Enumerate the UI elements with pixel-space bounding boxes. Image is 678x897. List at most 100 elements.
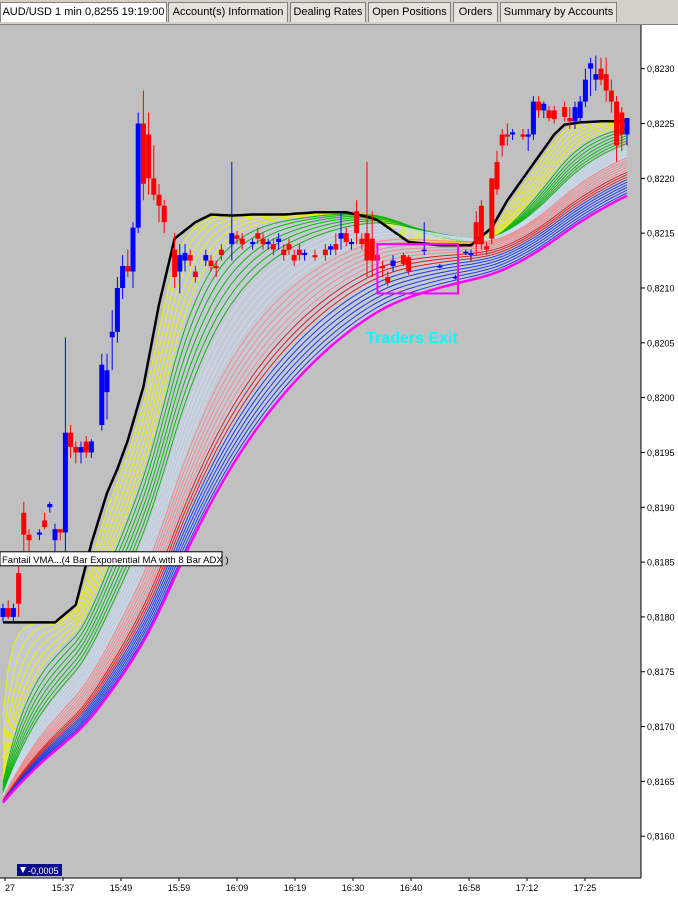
candle-body: [57, 529, 63, 533]
candle-body: [151, 178, 157, 195]
candle-body: [312, 255, 318, 258]
candle-body: [125, 266, 131, 272]
candle-body: [385, 277, 391, 283]
candle-body: [473, 222, 479, 245]
candle-body: [437, 266, 443, 268]
candle-body: [546, 110, 552, 119]
candle-body: [26, 534, 32, 541]
candle-body: [0, 608, 6, 617]
y-tick-label: 0,8220: [647, 174, 675, 184]
candle-body: [359, 238, 365, 245]
y-tick-label: 0,8175: [647, 667, 675, 677]
candle-body: [603, 74, 609, 91]
candle-body: [468, 252, 474, 256]
tab-open-positions[interactable]: Open Positions: [368, 2, 451, 22]
candle-body: [328, 246, 334, 250]
candle-body: [213, 266, 219, 269]
candle-body: [255, 233, 261, 239]
price-chart[interactable]: Traders Exit Fantail VMA...(4 Bar Exponen…: [0, 25, 678, 897]
tab-dealing-rates[interactable]: Dealing Rates: [290, 2, 366, 22]
candle-body: [10, 608, 16, 617]
y-tick-label: 0,8225: [647, 119, 675, 129]
candle-body: [21, 512, 27, 535]
candle[interactable]: [530, 96, 536, 140]
candle-body: [218, 249, 224, 256]
candle-body: [354, 211, 360, 234]
candle-body: [348, 241, 354, 245]
candle-body: [114, 287, 120, 332]
candle-body: [16, 573, 22, 604]
y-tick-label: 0,8190: [647, 503, 675, 513]
candle-body: [5, 608, 11, 617]
candle-body: [338, 233, 344, 239]
candle-body: [614, 101, 620, 146]
candle-body: [52, 529, 58, 541]
y-tick-label: 0,8205: [647, 338, 675, 348]
tab-orders[interactable]: Orders: [453, 2, 498, 22]
candle-body: [203, 255, 209, 261]
candle-body: [140, 123, 146, 184]
candle-body: [68, 432, 74, 447]
candle-body: [343, 233, 349, 242]
candle-body: [593, 74, 599, 80]
cursor-readout[interactable]: -0,0005: [17, 864, 62, 876]
candle-body: [390, 260, 396, 267]
y-tick-label: 0,8215: [647, 229, 675, 239]
candle-body: [530, 101, 536, 135]
candle-body: [104, 370, 110, 393]
candle-body: [62, 432, 68, 533]
plot-area[interactable]: [0, 25, 641, 878]
candle-body: [182, 252, 188, 261]
candle-body: [73, 446, 79, 453]
x-tick-label: 17:12: [516, 883, 539, 893]
candle-body: [99, 364, 105, 426]
candle-body: [567, 118, 573, 122]
x-tick-label: 15:49: [110, 883, 133, 893]
x-tick-label: 16:19: [284, 883, 307, 893]
candle[interactable]: [99, 353, 105, 431]
candle-body: [577, 101, 583, 119]
candle-body: [541, 103, 547, 111]
candle-body: [161, 205, 167, 223]
x-tick-label: 15:59: [168, 883, 191, 893]
y-tick-label: 0,8170: [647, 722, 675, 732]
y-tick-label: 0,8185: [647, 558, 675, 568]
candle-body: [83, 441, 89, 453]
candle-body: [484, 246, 490, 250]
indicator-label[interactable]: Fantail VMA...(4 Bar Exponential MA with…: [0, 551, 229, 567]
candle[interactable]: [489, 178, 495, 245]
candle-body: [130, 227, 136, 272]
candle-body: [619, 112, 625, 135]
candle[interactable]: [478, 200, 484, 250]
candle-body: [499, 134, 505, 146]
candle-body: [582, 79, 588, 102]
candle-body: [504, 134, 510, 137]
candle-body: [400, 255, 406, 264]
candle-body: [494, 161, 500, 190]
candle-body: [172, 249, 178, 278]
y-tick-label: 0,8210: [647, 283, 675, 293]
candle-body: [260, 238, 266, 245]
candle-body: [525, 134, 531, 137]
candle-body: [421, 249, 427, 252]
x-tick-label: 16:58: [458, 883, 481, 893]
candle-body: [234, 235, 240, 239]
candle[interactable]: [135, 112, 141, 234]
y-tick-label: 0,8200: [647, 393, 675, 403]
candle-body: [333, 244, 339, 250]
candle-body: [135, 123, 141, 228]
candle-body: [36, 532, 42, 535]
candle-body: [286, 244, 292, 250]
x-tick-label: 15:37: [52, 883, 75, 893]
candle-body: [624, 118, 630, 135]
tab-account-information[interactable]: Account(s) Information: [168, 2, 288, 22]
candle-body: [146, 134, 152, 179]
y-tick-label: 0,8195: [647, 448, 675, 458]
candle-body: [265, 241, 271, 245]
tab-summary-by-accounts[interactable]: Summary by Accounts: [500, 2, 617, 22]
candle-body: [250, 241, 256, 245]
y-tick-label: 0,8180: [647, 612, 675, 622]
candle-body: [562, 107, 568, 117]
tab-chart-audusd[interactable]: AUD/USD 1 min 0,8255 19:19:00: [0, 2, 167, 22]
candle-body: [42, 520, 48, 527]
